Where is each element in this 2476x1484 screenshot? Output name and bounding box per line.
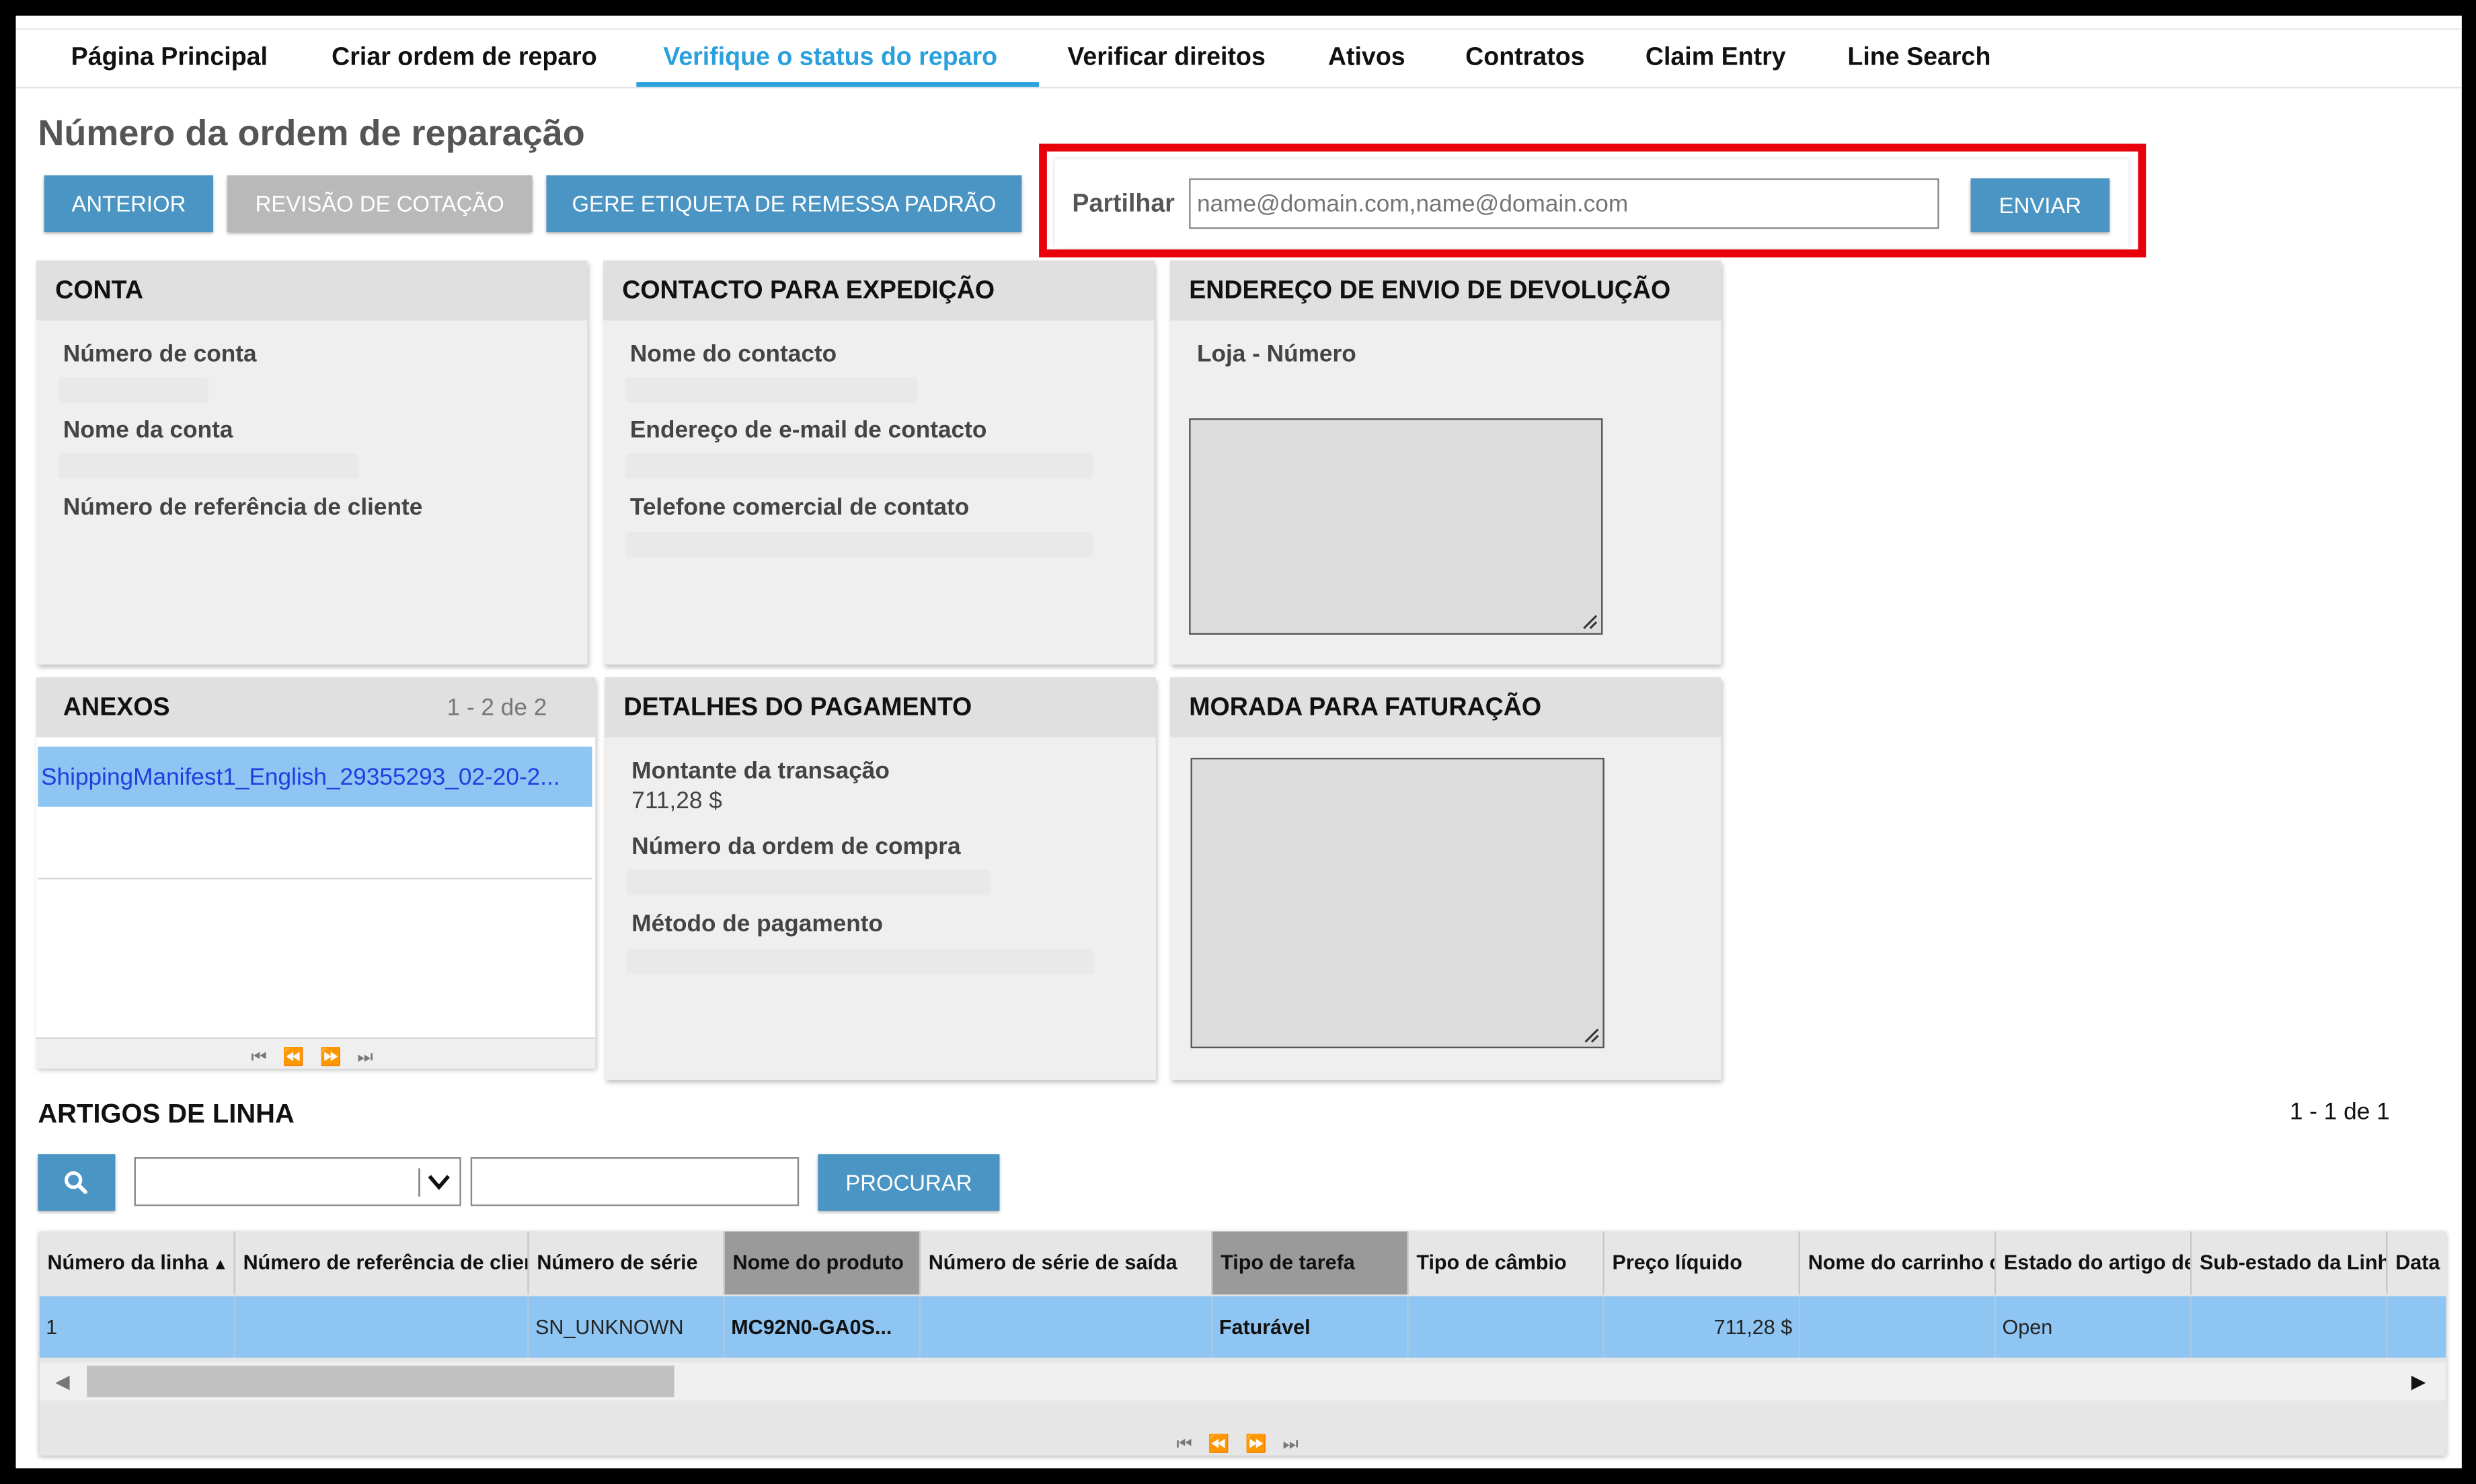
devolucao-title: ENDEREÇO DE ENVIO DE DEVOLUÇÃO (1189, 278, 1671, 305)
cell-tipo-tarefa: Faturável (1212, 1296, 1409, 1358)
cell-tipo-cambio (1409, 1296, 1604, 1358)
montante-label: Montante da transação (631, 757, 890, 785)
line-items-count: 1 - 1 de 1 (2289, 1099, 2390, 1126)
page-title: Número da ordem de reparação (38, 112, 585, 153)
contacto-email-value (625, 453, 1093, 479)
app-screen: Página Principal Criar ordem de reparo V… (15, 15, 2462, 1469)
cell-serie-saida (921, 1296, 1213, 1358)
sort-asc-icon: ▲ (208, 1256, 229, 1274)
col-sub-estado[interactable]: Sub-estado da Linh (2192, 1231, 2388, 1295)
share-label: Partilhar (1072, 191, 1175, 219)
tab-pagina-principal[interactable]: Página Principal (71, 44, 268, 73)
resize-grip-icon[interactable] (1581, 1025, 1600, 1044)
anterior-button[interactable]: ANTERIOR (44, 175, 214, 233)
share-email-input[interactable] (1189, 178, 1939, 229)
search-icon (65, 1171, 87, 1194)
cell-numero-serie: SN_UNKNOWN (529, 1296, 725, 1358)
numero-conta-label: Número de conta (63, 341, 257, 368)
contacto-title: CONTACTO PARA EXPEDIÇÃO (622, 278, 995, 305)
cell-nome-carrinho (1800, 1296, 1997, 1358)
pagamento-panel: DETALHES DO PAGAMENTO Montante da transa… (605, 677, 1156, 1080)
col-estado-artigo[interactable]: Estado do artigo de (1996, 1231, 2192, 1295)
scrollbar-thumb[interactable] (87, 1365, 674, 1397)
cell-estado-artigo: Open (1996, 1296, 2192, 1358)
anexos-count: 1 - 2 de 2 (447, 695, 547, 721)
faturacao-title: MORADA PARA FATURAÇÃO (1189, 695, 1542, 721)
contacto-email-label: Endereço de e-mail de contacto (629, 416, 987, 444)
tab-claim-entry[interactable]: Claim Entry (1646, 44, 1786, 73)
col-numero-linha[interactable]: Número da linha ▲ (40, 1231, 235, 1295)
col-tipo-cambio[interactable]: Tipo de câmbio (1409, 1231, 1604, 1295)
search-button[interactable] (38, 1154, 116, 1211)
top-nav: Página Principal Criar ordem de reparo V… (15, 28, 2462, 89)
resize-grip-icon[interactable] (1579, 611, 1598, 630)
tab-ativos[interactable]: Ativos (1328, 44, 1405, 73)
contacto-nome-label: Nome do contacto (629, 341, 837, 368)
chevron-down-icon (428, 1175, 451, 1190)
horizontal-scrollbar[interactable]: ◀ ▶ (39, 1362, 2446, 1401)
cell-nome-produto: MC92N0-GA0S... (725, 1296, 921, 1358)
procurar-button[interactable]: PROCURAR (818, 1154, 1000, 1211)
contacto-nome-value (625, 377, 918, 403)
numero-conta-value (58, 377, 208, 403)
col-nome-produto[interactable]: Nome do produto (724, 1231, 921, 1295)
nome-conta-value (58, 453, 359, 479)
ordem-compra-value (627, 869, 991, 896)
referencia-cliente-label: Número de referência de cliente (63, 494, 423, 521)
enviar-button[interactable]: ENVIAR (1970, 178, 2110, 233)
col-tipo-tarefa[interactable]: Tipo de tarefa (1212, 1231, 1409, 1295)
anexos-panel: ANEXOS 1 - 2 de 2 ShippingManifest1_Engl… (36, 677, 596, 1069)
cell-numero-linha: 1 (40, 1296, 235, 1358)
contacto-telefone-label: Telefone comercial de contato (629, 494, 970, 521)
line-items-grid: Número da linha ▲ Número de referência d… (39, 1231, 2446, 1456)
tab-verificar-status[interactable]: Verifique o status do reparo (663, 44, 997, 73)
col-nome-carrinho[interactable]: Nome do carrinho c (1800, 1231, 1997, 1295)
faturacao-panel: MORADA PARA FATURAÇÃO (1170, 677, 1721, 1080)
gerar-etiqueta-button[interactable]: GERE ETIQUETA DE REMESSA PADRÃO (546, 175, 1022, 233)
ordem-compra-label: Número da ordem de compra (631, 833, 961, 861)
revisao-cotacao-button[interactable]: REVISÃO DE COTAÇÃO (227, 175, 533, 233)
tab-contratos[interactable]: Contratos (1465, 44, 1584, 73)
devolucao-panel: ENDEREÇO DE ENVIO DE DEVOLUÇÃO Loja - Nú… (1170, 260, 1721, 665)
cell-sub-estado (2192, 1296, 2388, 1358)
contacto-telefone-value (625, 532, 1093, 557)
scroll-right-icon[interactable]: ▶ (2411, 1370, 2426, 1393)
col-referencia-cliente[interactable]: Número de referência de clier (235, 1231, 529, 1295)
table-row[interactable]: 1 SN_UNKNOWN MC92N0-GA0S... Faturável 71… (39, 1296, 2446, 1358)
tab-line-search[interactable]: Line Search (1847, 44, 1990, 73)
devolucao-textarea[interactable] (1189, 418, 1603, 635)
attachment-link[interactable]: ShippingManifest1_English_29355293_02-20… (41, 764, 560, 791)
conta-title: CONTA (55, 278, 143, 305)
cell-preco-liquido: 711,28 $ (1604, 1296, 1800, 1358)
scroll-left-icon[interactable]: ◀ (55, 1370, 70, 1393)
col-numero-serie[interactable]: Número de série (529, 1231, 725, 1295)
conta-panel: CONTA Número de conta Nome da conta Núme… (36, 260, 588, 665)
anexos-pager-icons[interactable]: ⏮⏪⏩⏭ (251, 1047, 389, 1069)
col-data[interactable]: Data (2387, 1231, 2446, 1294)
pagamento-title: DETALHES DO PAGAMENTO (623, 695, 972, 721)
contacto-panel: CONTACTO PARA EXPEDIÇÃO Nome do contacto… (603, 260, 1155, 665)
line-items-title: ARTIGOS DE LINHA (38, 1099, 295, 1129)
col-preco-liquido[interactable]: Preço líquido (1604, 1231, 1800, 1295)
metodo-pagamento-label: Método de pagamento (631, 910, 884, 938)
cell-referencia-cliente (235, 1296, 529, 1358)
nome-conta-label: Nome da conta (63, 416, 233, 444)
metodo-pagamento-value (627, 949, 1095, 974)
tab-verificar-direitos[interactable]: Verificar direitos (1067, 44, 1265, 73)
faturacao-textarea[interactable] (1190, 757, 1604, 1048)
col-serie-saida[interactable]: Número de série de saída (921, 1231, 1213, 1295)
anexos-title: ANEXOS (63, 695, 170, 721)
cell-data (2387, 1296, 2446, 1358)
active-tab-indicator (636, 82, 1040, 87)
filter-column-select[interactable] (134, 1157, 461, 1206)
tab-criar-ordem[interactable]: Criar ordem de reparo (332, 44, 597, 73)
grid-pager-icons[interactable]: ⏮⏪⏩⏭ (1176, 1434, 1314, 1456)
montante-value: 711,28 $ (631, 787, 722, 815)
filter-value-input[interactable] (470, 1157, 800, 1206)
loja-numero-label: Loja - Número (1196, 341, 1356, 368)
